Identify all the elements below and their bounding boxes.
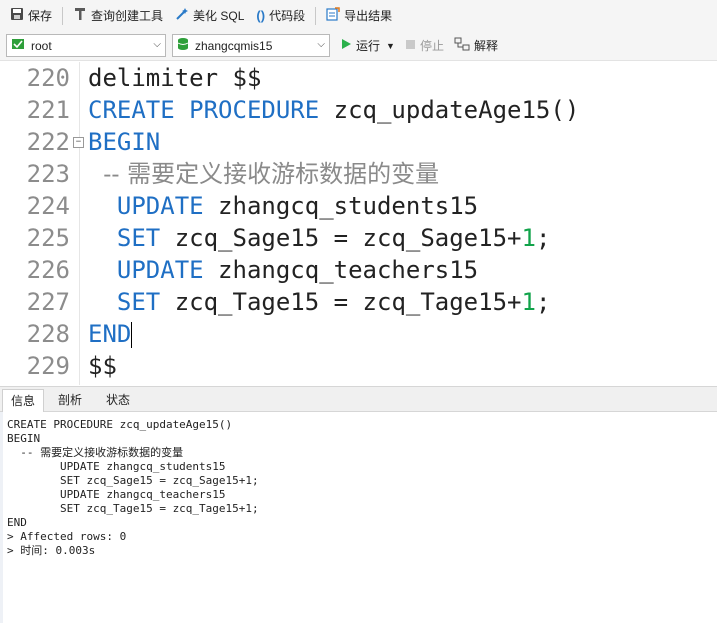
output-line: UPDATE zhangcq_students15 <box>7 460 226 473</box>
line-number: 223 <box>26 160 70 188</box>
stop-label: 停止 <box>419 39 444 53</box>
message-output: CREATE PROCEDURE zcq_updateAge15() BEGIN … <box>0 412 717 623</box>
code-line[interactable]: SET zcq_Sage15 = zcq_Sage15+1; <box>88 222 551 254</box>
output-line: CREATE PROCEDURE zcq_updateAge15() <box>7 418 233 431</box>
output-line: SET zcq_Sage15 = zcq_Sage15+1; <box>7 474 259 487</box>
sql-keyword: UPDATE <box>88 192 204 220</box>
output-line: BEGIN <box>7 432 41 445</box>
line-number: 221 <box>26 96 70 124</box>
explain-icon <box>454 37 470 54</box>
sql-editor[interactable]: 220 221 222 223 224 225 226 227 228 229 − delimite… <box>0 62 717 385</box>
output-line: -- 需要定义接收游标数据的变量 <box>7 446 184 459</box>
save-button[interactable]: 保存 <box>6 4 56 28</box>
save-label: 保存 <box>28 9 53 23</box>
connection-toolbar: root ⌵ zhangcqmis15 ⌵ 运行 ▼ 停止 解释 <box>0 31 717 61</box>
connection-select[interactable]: root ⌵ <box>6 34 166 57</box>
line-number: 220 <box>26 64 70 92</box>
sql-text: zcq_Tage15 = zcq_Tage15+ <box>160 288 522 316</box>
export-icon <box>326 7 340 24</box>
line-number: 224 <box>26 192 70 220</box>
database-icon <box>177 37 189 54</box>
export-results-label: 导出结果 <box>344 9 393 23</box>
export-results-button[interactable]: 导出结果 <box>322 4 396 28</box>
beautify-sql-button[interactable]: 美化 SQL <box>171 4 248 28</box>
output-line: SET zcq_Tage15 = zcq_Tage15+1; <box>7 502 259 515</box>
output-line: END <box>7 516 27 529</box>
play-icon <box>340 38 352 53</box>
sql-keyword: BEGIN <box>88 128 161 156</box>
code-line[interactable]: END <box>88 318 133 350</box>
run-button[interactable]: 运行 ▼ <box>340 37 395 54</box>
connection-value: root <box>31 38 52 53</box>
code-line[interactable]: $$ <box>88 350 117 382</box>
sql-text: $$ <box>88 352 117 380</box>
sql-text: zhangcq_teachers15 <box>203 256 479 284</box>
line-number: 228 <box>26 320 70 348</box>
stop-button[interactable]: 停止 <box>405 37 444 54</box>
code-line[interactable]: BEGIN <box>88 126 160 158</box>
sql-text: zcq_Sage15 = zcq_Sage15+ <box>160 224 522 252</box>
query-builder-icon <box>73 7 87 24</box>
sql-number: 1 <box>521 224 536 252</box>
code-snippet-icon: () <box>256 7 266 23</box>
toolbar-divider <box>62 6 64 25</box>
magic-wand-icon <box>175 7 189 24</box>
line-number: 229 <box>26 352 70 380</box>
database-select[interactable]: zhangcqmis15 ⌵ <box>172 34 330 57</box>
code-line[interactable]: -- 需要定义接收游标数据的变量 <box>88 158 439 190</box>
main-toolbar: 保存 查询创建工具 美化 SQL () 代码段 导出结果 <box>0 0 717 31</box>
tab-profile[interactable]: 剖析 <box>50 389 90 413</box>
results-tab-bar: 信息 剖析 状态 <box>0 386 717 413</box>
code-line[interactable]: CREATE PROCEDURE zcq_updateAge15() <box>88 94 579 126</box>
explain-button[interactable]: 解释 <box>454 37 498 54</box>
sql-number: 1 <box>521 288 536 316</box>
query-builder-button[interactable]: 查询创建工具 <box>69 4 167 28</box>
sql-text: zcq_updateAge15() <box>319 96 580 124</box>
sql-keyword: SET <box>88 288 161 316</box>
code-snippet-button[interactable]: () 代码段 <box>252 4 309 28</box>
tab-info[interactable]: 信息 <box>2 389 45 413</box>
chevron-down-icon: ⌵ <box>153 39 161 50</box>
run-label: 运行 <box>356 39 381 53</box>
sql-text: ; <box>535 288 551 316</box>
code-line[interactable]: UPDATE zhangcq_teachers15 <box>88 254 478 286</box>
chevron-down-icon: ⌵ <box>317 39 325 50</box>
tab-status[interactable]: 状态 <box>98 389 138 413</box>
line-number: 226 <box>26 256 70 284</box>
sql-keyword: UPDATE <box>88 256 204 284</box>
sql-text: zhangcq_students15 <box>203 192 479 220</box>
line-number: 227 <box>26 288 70 316</box>
user-icon <box>11 37 25 54</box>
save-icon <box>10 7 24 24</box>
code-line[interactable]: SET zcq_Tage15 = zcq_Tage15+1; <box>88 286 551 318</box>
sql-comment: -- 需要定义接收游标数据的变量 <box>88 160 440 188</box>
output-line: > Affected rows: 0 <box>7 530 127 543</box>
explain-label: 解释 <box>473 39 498 53</box>
sql-text: ; <box>535 224 551 252</box>
beautify-sql-label: 美化 SQL <box>193 9 245 23</box>
line-number: 222 <box>26 128 70 156</box>
text-cursor <box>131 322 133 348</box>
run-dropdown-chevron-icon[interactable]: ▼ <box>386 41 395 51</box>
line-number: 225 <box>26 224 70 252</box>
stop-icon <box>405 39 416 53</box>
code-snippet-label: 代码段 <box>269 9 306 23</box>
database-value: zhangcqmis15 <box>195 38 273 53</box>
code-line[interactable]: UPDATE zhangcq_students15 <box>88 190 478 222</box>
query-builder-label: 查询创建工具 <box>91 9 164 23</box>
sql-keyword: CREATE PROCEDURE <box>88 96 320 124</box>
sql-keyword: END <box>88 320 132 348</box>
code-line[interactable]: delimiter $$ <box>88 62 261 94</box>
output-line: UPDATE zhangcq_teachers15 <box>7 488 226 501</box>
fold-toggle-icon[interactable]: − <box>73 137 84 148</box>
sql-keyword: SET <box>88 224 161 252</box>
toolbar-divider <box>315 6 317 25</box>
output-line: > 时间: 0.003s <box>7 544 96 557</box>
sql-text: delimiter $$ <box>88 64 262 92</box>
